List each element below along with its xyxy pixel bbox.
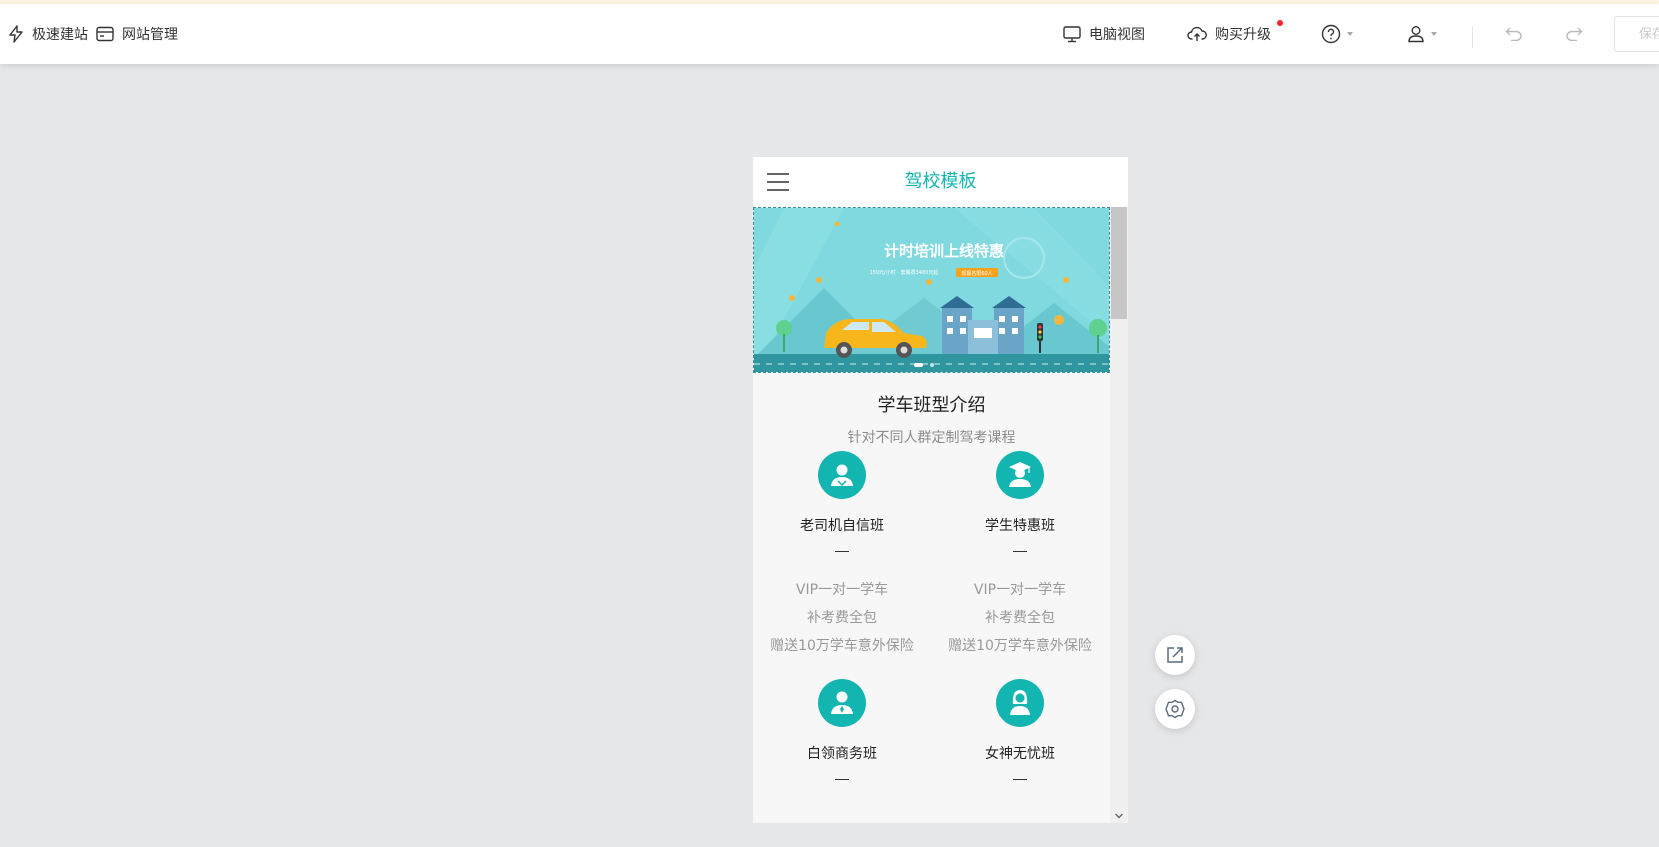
class-name: 女神无忧班 <box>985 746 1055 762</box>
cloud-upload-icon <box>1187 26 1207 41</box>
class-feature: 赠送10万学车意外保险 <box>770 638 914 654</box>
class-feature: 补考费全包 <box>807 610 877 626</box>
banner-tag: 现报名限60人 <box>961 270 992 277</box>
banner-headline: 计时培训上线特惠 <box>884 242 1004 260</box>
pc-view-button[interactable]: 电脑视图 <box>1063 4 1145 64</box>
monitor-icon <box>1063 25 1081 42</box>
undo-icon <box>1505 27 1522 41</box>
buy-upgrade-label: 购买升级 <box>1215 27 1271 43</box>
class-feature: VIP一对一学车 <box>795 582 889 598</box>
share-button[interactable] <box>1155 635 1195 675</box>
site-manage-label: 网站管理 <box>122 27 178 43</box>
share-icon <box>1167 647 1183 663</box>
mobile-header: 驾校模板 <box>753 157 1128 207</box>
business-person-icon <box>818 679 866 727</box>
user-icon <box>1408 26 1424 43</box>
settings-button[interactable] <box>1155 689 1195 729</box>
help-menu[interactable] <box>1321 4 1353 64</box>
notification-badge <box>1277 20 1283 26</box>
class-name: 学生特惠班 <box>985 518 1055 534</box>
driver-icon <box>818 451 866 499</box>
class-feature: VIP一对一学车 <box>973 582 1067 598</box>
mobile-content[interactable]: 计时培训上线特惠 150元/小时 · 套餐费3480元起 现报名限60人 学车班… <box>753 207 1110 823</box>
class-name: 老司机自信班 <box>800 518 884 534</box>
redo-icon <box>1566 27 1583 41</box>
class-feature: 补考费全包 <box>985 610 1055 626</box>
woman-icon <box>996 679 1044 727</box>
help-icon <box>1321 24 1341 44</box>
save-button[interactable]: 保存 <box>1614 16 1659 52</box>
undo-button[interactable] <box>1505 4 1523 64</box>
mobile-preview: 驾校模板 计时培训上线特惠 150元/小时 · 套餐费3480元起 现报名限60… <box>753 157 1128 823</box>
editor-toolbar: 极速建站 网站管理 电脑视图 购买升级 保存 <box>0 4 1659 64</box>
banner-subline: 150元/小时 · 套餐费3480元起 <box>870 269 939 276</box>
chevron-down-icon <box>1347 32 1353 36</box>
site-manage-icon <box>96 26 114 42</box>
class-feature: 赠送10万学车意外保险 <box>948 638 1092 654</box>
scrollbar-thumb[interactable] <box>1111 207 1127 319</box>
class-name: 白领商务班 <box>807 746 877 762</box>
divider-dash <box>1013 551 1027 552</box>
banner-slider[interactable]: 计时培训上线特惠 150元/小时 · 套餐费3480元起 现报名限60人 <box>753 207 1110 373</box>
redo-button[interactable] <box>1565 4 1583 64</box>
lightning-icon <box>9 25 23 43</box>
user-menu[interactable] <box>1407 4 1437 64</box>
divider-dash <box>1013 779 1027 780</box>
scrollbar[interactable] <box>1110 207 1128 823</box>
gear-icon <box>1165 699 1185 719</box>
chevron-down-icon[interactable] <box>1114 811 1124 821</box>
divider-dash <box>835 779 849 780</box>
quick-build-label: 极速建站 <box>32 27 88 43</box>
site-title: 驾校模板 <box>904 171 977 192</box>
site-manage-button[interactable]: 网站管理 <box>96 4 178 64</box>
quick-build-button[interactable]: 极速建站 <box>8 4 88 64</box>
graduate-icon <box>996 451 1044 499</box>
toolbar-divider <box>1472 26 1473 48</box>
pc-view-label: 电脑视图 <box>1089 27 1145 43</box>
chevron-down-icon <box>1431 32 1437 36</box>
section-subtitle: 针对不同人群定制驾考课程 <box>847 430 1016 446</box>
section-title: 学车班型介绍 <box>877 395 986 416</box>
banner-image: 计时培训上线特惠 150元/小时 · 套餐费3480元起 现报名限60人 <box>754 208 1109 372</box>
divider-dash <box>835 551 849 552</box>
buy-upgrade-button[interactable]: 购买升级 <box>1187 4 1271 64</box>
